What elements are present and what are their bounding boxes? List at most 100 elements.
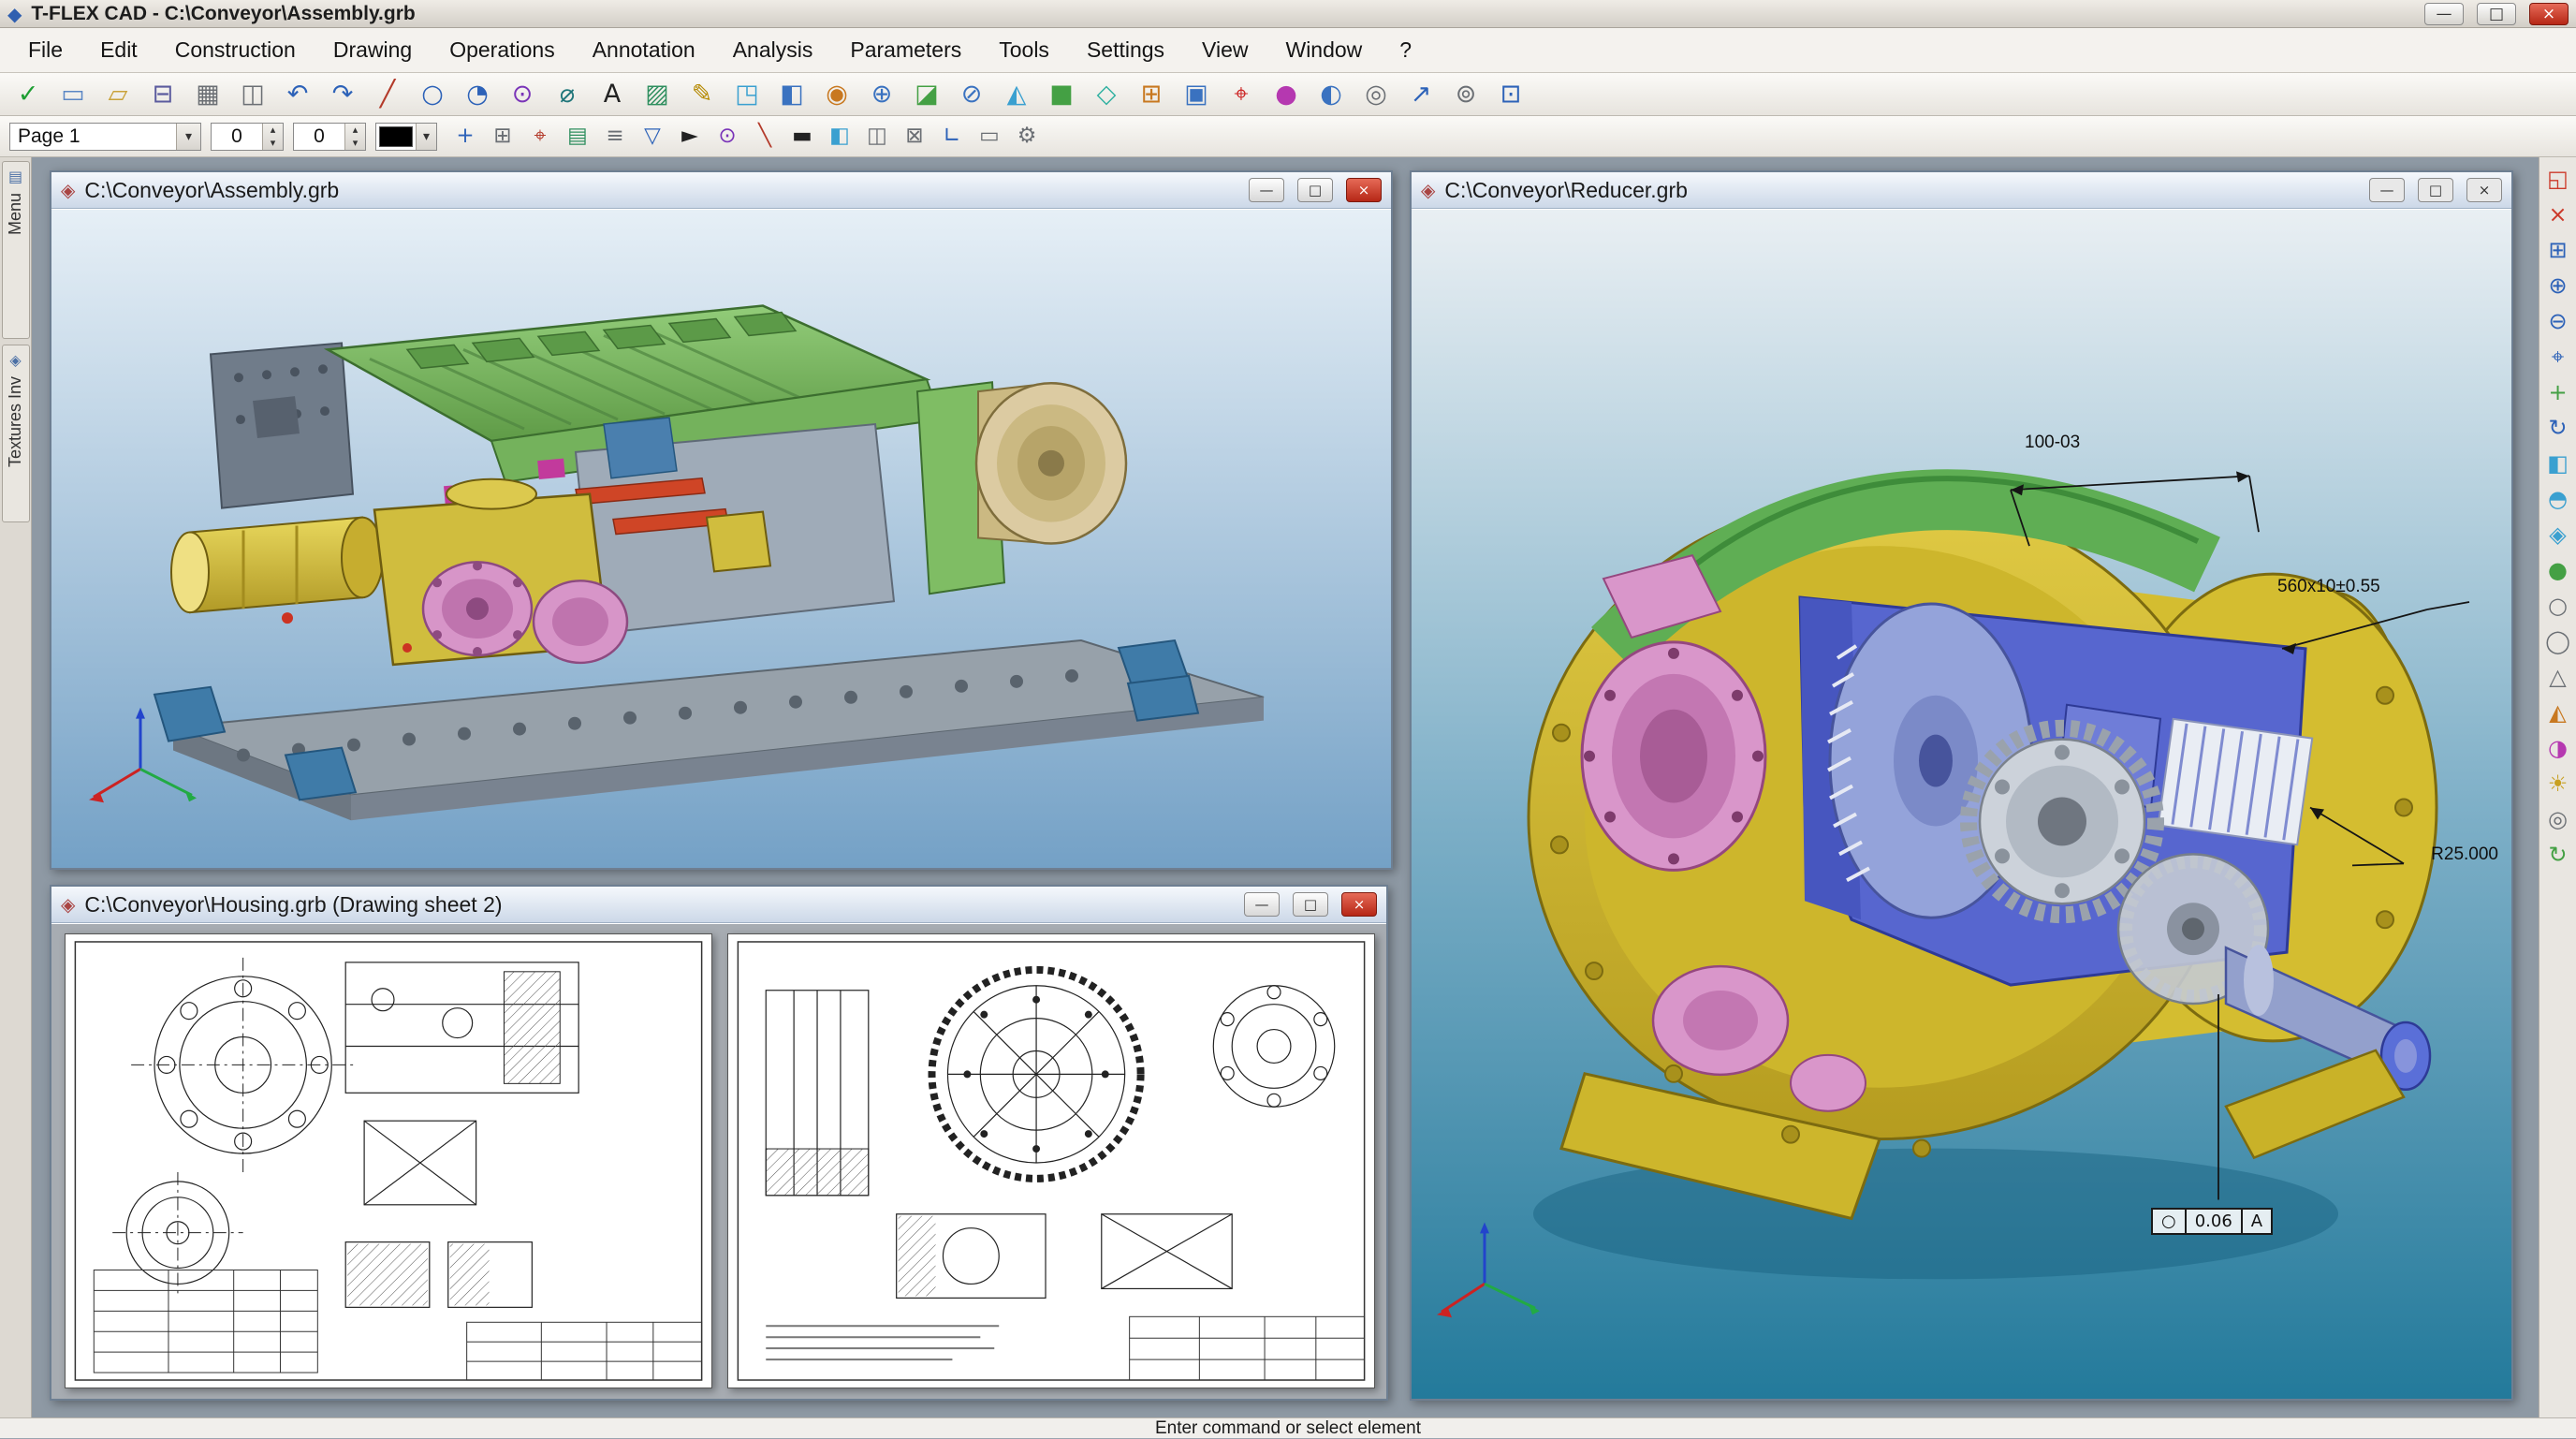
extrude-icon[interactable]: ◧ <box>769 76 814 113</box>
arc-tool-icon[interactable]: ◔ <box>455 76 500 113</box>
print-icon[interactable]: ▦ <box>185 76 230 113</box>
level-spinner-arrows[interactable]: ▴▾ <box>344 124 365 150</box>
housing-drawing-view[interactable] <box>51 923 1386 1399</box>
material-icon[interactable]: ● <box>1264 76 1309 113</box>
assembly-minimize-button[interactable]: — <box>1249 178 1284 202</box>
reducer-titlebar[interactable]: ◈ C:\Conveyor\Reducer.grb — □ × <box>1412 172 2511 209</box>
housing-minimize-button[interactable]: — <box>1244 892 1280 917</box>
apply-check-icon[interactable]: ✓ <box>6 76 51 113</box>
measure-icon[interactable]: ⌖ <box>1219 76 1264 113</box>
menu-item[interactable]: Tools <box>980 28 1068 72</box>
axes-icon[interactable]: ∟ <box>933 120 971 154</box>
drawing-sheet-1[interactable] <box>65 933 712 1388</box>
menu-item[interactable]: Analysis <box>714 28 832 72</box>
line-tool-icon[interactable]: ╱ <box>365 76 410 113</box>
menu-item[interactable]: Operations <box>431 28 574 72</box>
assembly-3d-viewport[interactable] <box>51 210 1391 868</box>
dropdown-arrow-icon[interactable]: ▾ <box>176 124 200 150</box>
front-view-icon[interactable]: ◧ <box>2542 446 2574 481</box>
drawing-sheet-2[interactable] <box>727 933 1375 1388</box>
print-preview-icon[interactable]: ◫ <box>230 76 275 113</box>
zoom-out-icon[interactable]: ⊖ <box>2542 303 2574 339</box>
minimize-button[interactable]: — <box>2424 3 2464 25</box>
level-spinner[interactable]: 0 ▴▾ <box>293 123 366 151</box>
hole-icon[interactable]: ⊘ <box>949 76 994 113</box>
construction-mode-icon[interactable]: + <box>446 120 484 154</box>
perspective-icon[interactable]: △ <box>2542 659 2574 695</box>
options-icon[interactable]: ⚙ <box>1008 120 1046 154</box>
housing-close-button[interactable]: × <box>1341 892 1377 917</box>
fragment-icon[interactable]: ▣ <box>1174 76 1219 113</box>
shaded-view-icon[interactable]: ● <box>2542 552 2574 588</box>
light-icon[interactable]: ☀ <box>2542 766 2574 801</box>
wireframe-view-icon[interactable]: ○ <box>2542 588 2574 624</box>
group-icon[interactable]: ◫ <box>858 120 896 154</box>
reducer-maximize-button[interactable]: □ <box>2418 178 2453 202</box>
side-tab-menu[interactable]: ▤ Menu <box>2 161 30 339</box>
render-icon[interactable]: ◐ <box>1309 76 1354 113</box>
reducer-close-button[interactable]: × <box>2466 178 2502 202</box>
menu-item[interactable]: Parameters <box>831 28 980 72</box>
layer-spinner-arrows[interactable]: ▴▾ <box>262 124 283 150</box>
filter-icon[interactable]: ▽ <box>634 120 671 154</box>
solid-body-icon[interactable]: ■ <box>1039 76 1084 113</box>
camera-view-icon[interactable]: ◎ <box>2542 801 2574 837</box>
dimension-label[interactable]: R25.000 <box>2431 844 2498 865</box>
ruler-icon[interactable]: ▭ <box>971 120 1008 154</box>
check-document-icon[interactable]: ⊡ <box>1488 76 1533 113</box>
select-mode-icon[interactable]: ► <box>671 120 709 154</box>
dimension-tool-icon[interactable]: ⌀ <box>545 76 590 113</box>
rotate-view-icon[interactable]: ↻ <box>2542 410 2574 446</box>
reducer-minimize-button[interactable]: — <box>2369 178 2405 202</box>
revolve-icon[interactable]: ◉ <box>814 76 859 113</box>
assembly-maximize-button[interactable]: □ <box>1297 178 1333 202</box>
lock-icon[interactable]: ⊠ <box>896 120 933 154</box>
page-selector[interactable]: Page 1 ▾ <box>9 123 201 151</box>
window-housing[interactable]: ◈ C:\Conveyor\Housing.grb (Drawing sheet… <box>50 885 1388 1401</box>
assembly-icon[interactable]: ⊞ <box>1129 76 1174 113</box>
redo-icon[interactable]: ↷ <box>320 76 365 113</box>
tolerance-frame[interactable]: ○ 0.06 A <box>2151 1208 2273 1235</box>
node-tool-icon[interactable]: ⊙ <box>500 76 545 113</box>
pan-icon[interactable]: + <box>2542 374 2574 410</box>
hidden-lines-icon[interactable]: ◯ <box>2542 624 2574 659</box>
text-tool-icon[interactable]: A <box>590 76 635 113</box>
layer-spinner[interactable]: 0 ▴▾ <box>211 123 284 151</box>
blend-icon[interactable]: ◪ <box>904 76 949 113</box>
menu-item[interactable]: Drawing <box>315 28 431 72</box>
regenerate-icon[interactable]: ↻ <box>2542 837 2574 873</box>
circle-tool-icon[interactable]: ○ <box>410 76 455 113</box>
menu-item[interactable]: File <box>9 28 81 72</box>
section-icon[interactable]: ◭ <box>994 76 1039 113</box>
maximize-view-icon[interactable]: ◱ <box>2542 161 2574 197</box>
camera-icon[interactable]: ◎ <box>1354 76 1398 113</box>
materials-view-icon[interactable]: ◑ <box>2542 730 2574 766</box>
window-reducer[interactable]: ◈ C:\Conveyor\Reducer.grb — □ × <box>1410 170 2513 1401</box>
menu-item[interactable]: Settings <box>1068 28 1183 72</box>
sketch-tool-icon[interactable]: ✎ <box>680 76 724 113</box>
zoom-in-icon[interactable]: ⊕ <box>2542 268 2574 303</box>
menu-item[interactable]: Window <box>1266 28 1381 72</box>
new-document-icon[interactable]: ▭ <box>51 76 95 113</box>
menu-item[interactable]: ? <box>1381 28 1430 72</box>
node-snap-icon[interactable]: ⊙ <box>709 120 746 154</box>
housing-titlebar[interactable]: ◈ C:\Conveyor\Housing.grb (Drawing sheet… <box>51 887 1386 923</box>
housing-maximize-button[interactable]: □ <box>1293 892 1328 917</box>
zoom-window-icon[interactable]: ⊞ <box>2542 232 2574 268</box>
line-width-icon[interactable]: ▬ <box>783 120 821 154</box>
menu-item[interactable]: Edit <box>81 28 156 72</box>
window-assembly[interactable]: ◈ C:\Conveyor\Assembly.grb — □ × <box>50 170 1393 870</box>
boolean-icon[interactable]: ⊕ <box>859 76 904 113</box>
maximize-button[interactable]: □ <box>2477 3 2516 25</box>
menu-item[interactable]: Annotation <box>574 28 714 72</box>
paperclip-icon[interactable]: ⊚ <box>1443 76 1488 113</box>
side-tab-textures[interactable]: ◈ Textures Inv <box>2 345 30 522</box>
color-swatch-arrow-icon[interactable]: ▾ <box>416 124 436 150</box>
reducer-3d-viewport[interactable] <box>1412 210 2511 1399</box>
top-view-icon[interactable]: ◓ <box>2542 481 2574 517</box>
assembly-3d-view[interactable] <box>51 209 1391 868</box>
close-button[interactable]: × <box>2529 3 2569 25</box>
export-icon[interactable]: ↗ <box>1398 76 1443 113</box>
zoom-all-icon[interactable]: ⌖ <box>2542 339 2574 374</box>
snap-icon[interactable]: ⌖ <box>521 120 559 154</box>
